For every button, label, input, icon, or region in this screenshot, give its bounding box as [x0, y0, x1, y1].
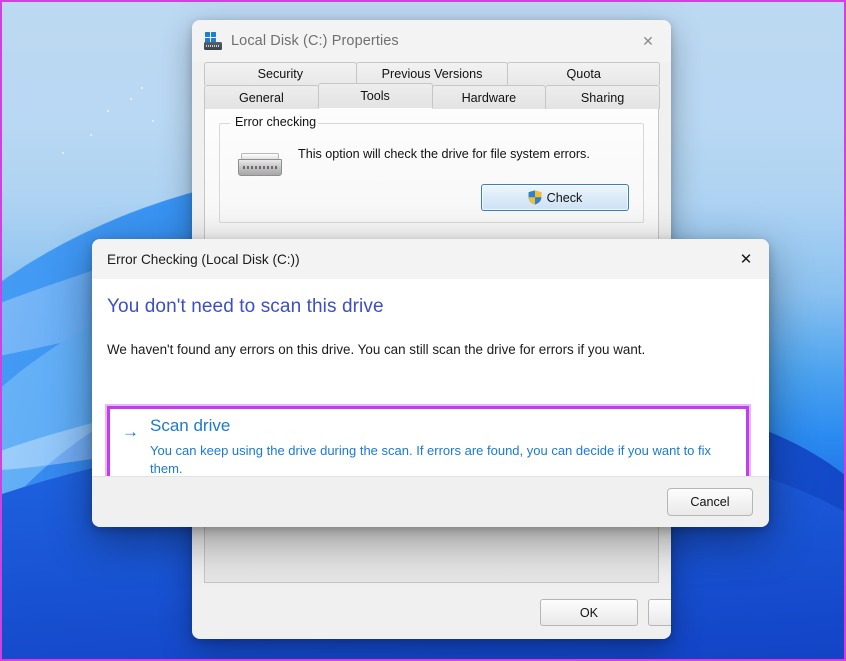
properties-footer: OK Cancel Apply [192, 585, 671, 639]
dialog-cancel-button[interactable]: Cancel [667, 488, 753, 516]
dialog-cancel-button-label: Cancel [690, 495, 730, 509]
check-button[interactable]: Check [481, 184, 629, 211]
close-icon[interactable]: ✕ [625, 20, 671, 62]
error-checking-content: You don't need to scan this drive We hav… [92, 279, 769, 492]
wallpaper-speck [130, 98, 132, 100]
cancel-button[interactable]: Cancel [648, 599, 671, 626]
ok-button-label: OK [579, 605, 599, 620]
scan-drive-title: Scan drive [150, 416, 231, 435]
error-checking-legend: Error checking [235, 115, 317, 129]
drive-icon [204, 32, 222, 50]
wallpaper-speck [90, 134, 92, 136]
close-icon[interactable]: ✕ [723, 239, 769, 279]
wallpaper-speck [141, 87, 143, 89]
error-checking-footer: Cancel [92, 476, 769, 527]
error-checking-description: This option will check the drive for fil… [298, 147, 590, 161]
scan-drive-command-link[interactable]: → Scan drive You can keep using the driv… [113, 412, 743, 484]
tab-label: Quota [566, 67, 601, 81]
uac-shield-icon [528, 190, 541, 205]
tab-label: Hardware [461, 90, 517, 105]
wallpaper-speck [62, 152, 64, 154]
error-checking-body-text: We haven't found any errors on this driv… [107, 342, 646, 357]
error-checking-dialog: Error Checking (Local Disk (C:)) ✕ You d… [92, 239, 769, 527]
tab-general[interactable]: General [204, 85, 319, 109]
check-button-label: Check [546, 190, 583, 205]
tab-security[interactable]: Security [204, 62, 357, 85]
tab-row-bottom: General Tools Hardware Sharing [204, 83, 660, 109]
arrow-right-icon: → [122, 422, 139, 441]
tab-label: Security [257, 67, 304, 81]
properties-tabstrip: Security Previous Versions Quota General… [204, 62, 661, 109]
tab-label: Tools [360, 89, 390, 103]
tab-previous-versions[interactable]: Previous Versions [355, 62, 509, 85]
wallpaper-speck [107, 110, 109, 112]
tab-quota[interactable]: Quota [507, 62, 661, 85]
tab-tools[interactable]: Tools [317, 83, 433, 109]
tab-sharing[interactable]: Sharing [545, 85, 660, 109]
scan-drive-description: You can keep using the drive during the … [150, 443, 712, 476]
tab-label: Sharing [580, 90, 625, 105]
hard-drive-icon [238, 153, 282, 179]
error-checking-heading: You don't need to scan this drive [107, 296, 384, 317]
properties-titlebar: Local Disk (C:) Properties ✕ [192, 20, 671, 62]
ok-button[interactable]: OK [540, 599, 638, 626]
tab-row-top: Security Previous Versions Quota [204, 62, 661, 85]
error-checking-groupbox: Error checking This option will check th… [219, 115, 644, 223]
error-checking-dialog-title: Error Checking (Local Disk (C:)) [107, 251, 300, 267]
error-checking-titlebar: Error Checking (Local Disk (C:)) ✕ [92, 239, 769, 280]
tab-hardware[interactable]: Hardware [431, 85, 547, 109]
screen: Local Disk (C:) Properties ✕ Security Pr… [0, 0, 846, 661]
tab-label: Previous Versions [381, 67, 483, 81]
properties-window-title: Local Disk (C:) Properties [231, 33, 399, 49]
wallpaper-speck [152, 120, 154, 122]
tab-label: General [238, 90, 284, 105]
